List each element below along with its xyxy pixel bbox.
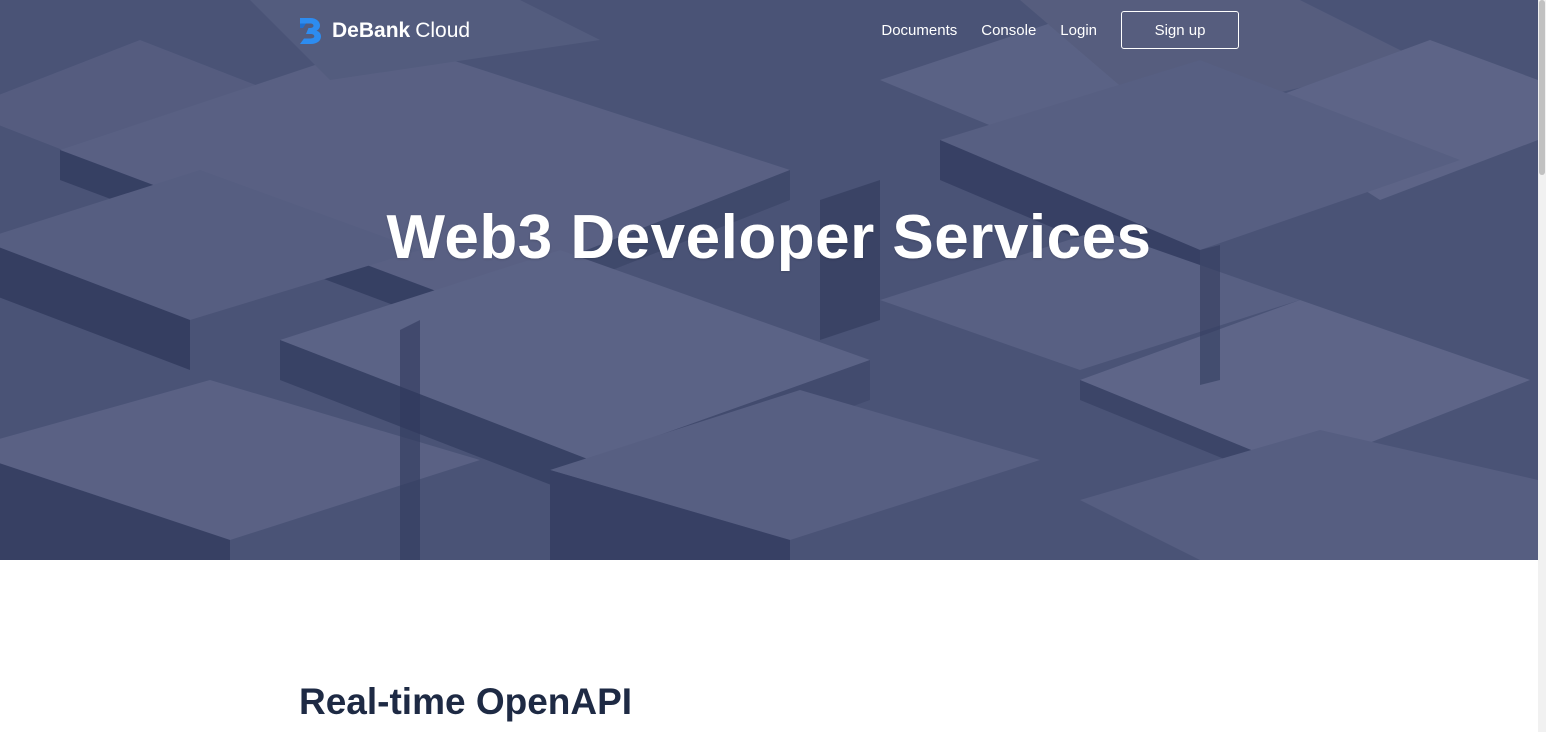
logo-brand: DeBank	[332, 19, 411, 42]
section-title-openapi: Real-time OpenAPI	[299, 681, 633, 722]
page: DeBank Cloud Documents Console Login Sign…	[0, 0, 1546, 732]
debank-logo-icon	[300, 18, 321, 44]
hero-title: Web3 Developer Services	[386, 203, 1152, 272]
logo[interactable]: DeBank Cloud	[298, 16, 470, 46]
scrollbar-thumb[interactable]	[1539, 0, 1545, 175]
nav-links: Documents Console Login Sign up	[857, 10, 1239, 50]
logo-suffix: Cloud	[415, 19, 471, 42]
signup-button[interactable]: Sign up	[1121, 11, 1239, 49]
nav-console-link[interactable]: Console	[981, 22, 1036, 39]
nav-login-link[interactable]: Login	[1060, 22, 1097, 39]
page-scrollbar[interactable]	[1538, 0, 1546, 732]
hero-banner: DeBank Cloud Documents Console Login Sign…	[0, 0, 1538, 560]
logo-text: DeBank Cloud	[332, 17, 470, 45]
nav-documents-link[interactable]: Documents	[881, 22, 957, 39]
hero-background-image	[0, 0, 1538, 560]
top-navbar: DeBank Cloud Documents Console Login Sign…	[0, 0, 1538, 62]
